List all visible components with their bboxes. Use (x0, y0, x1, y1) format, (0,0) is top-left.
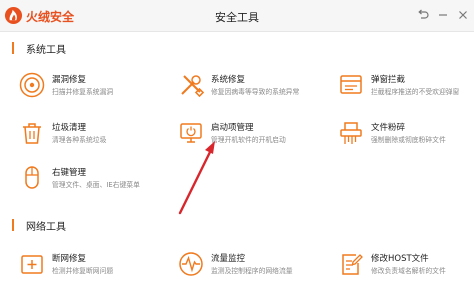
wrench-screwdriver-icon (181, 75, 205, 98)
tool-title: 垃圾清理 (52, 123, 87, 133)
tool-description: 管理开机软件的开机启动 (211, 136, 286, 144)
trash-bin-icon (23, 123, 41, 144)
tool-vulnerability-repair[interactable]: 漏洞修复 扫描并修复系统漏洞 (17, 70, 167, 102)
minimize-icon[interactable] (436, 8, 450, 22)
tool-system-repair[interactable]: 系统修复 修复因病毒等导致的系统异常 (176, 70, 326, 102)
tool-traffic-monitor[interactable]: 流量监控 监测及控制程序的网络流量 (176, 249, 326, 281)
tool-context-menu-manager[interactable]: 右键管理 管理文件、桌面、IE右键菜单 (17, 163, 167, 195)
tool-file-shredder[interactable]: 文件粉碎 强制删除或彻底粉碎文件 (336, 118, 474, 150)
section-accent-bar (12, 219, 14, 231)
tool-popup-blocker[interactable]: 弹窗拦截 拦截程序推送的不受欢迎弹窗 (336, 70, 474, 102)
tool-title: 右键管理 (52, 168, 87, 178)
tool-edit-hosts-file[interactable]: 修改HOST文件 修改负责域名解析的文件 (336, 249, 474, 281)
tool-title: 文件粉碎 (371, 123, 406, 133)
tool-title: 断网修复 (52, 254, 87, 264)
tool-description: 检测并修复断网问题 (52, 267, 114, 275)
startup-monitor-icon (180, 123, 202, 143)
shield-repair-icon (19, 72, 45, 98)
network-repair-icon (21, 255, 43, 274)
tool-junk-cleanup[interactable]: 垃圾清理 清理各种系统垃圾 (17, 118, 167, 150)
tool-title: 系统修复 (211, 75, 246, 85)
tool-title: 修改HOST文件 (371, 254, 429, 264)
popup-window-icon (340, 75, 362, 94)
tool-description: 拦截程序推送的不受欢迎弹窗 (371, 88, 460, 96)
section-accent-bar (12, 42, 14, 54)
section-label: 系统工具 (26, 45, 66, 56)
annotation-arrow-shaft (178, 148, 213, 215)
tool-title: 漏洞修复 (52, 75, 87, 85)
traffic-monitor-icon (179, 252, 203, 276)
tool-description: 管理文件、桌面、IE右键菜单 (52, 181, 140, 189)
tool-description: 强制删除或彻底粉碎文件 (371, 136, 446, 144)
window-title: 安全工具 (215, 11, 259, 24)
back-icon[interactable] (416, 8, 430, 22)
title-bar: 火绒安全 安全工具 (0, 0, 474, 32)
edit-file-icon (342, 254, 363, 275)
shredder-icon (340, 122, 362, 144)
tool-title: 流量监控 (211, 254, 246, 264)
tool-title: 启动项管理 (211, 123, 254, 133)
tool-description: 清理各种系统垃圾 (52, 136, 107, 144)
tool-description: 监测及控制程序的网络流量 (211, 267, 293, 275)
tool-startup-manager[interactable]: 启动项管理 管理开机软件的开机启动 (176, 118, 326, 150)
tool-description: 修改负责域名解析的文件 (371, 267, 446, 275)
tool-title: 弹窗拦截 (371, 75, 406, 85)
mouse-icon (25, 166, 39, 189)
tool-network-repair[interactable]: 断网修复 检测并修复断网问题 (17, 249, 167, 281)
section-label: 网络工具 (26, 222, 66, 233)
close-icon[interactable] (456, 8, 470, 22)
tool-description: 扫描并修复系统漏洞 (52, 88, 114, 96)
tool-description: 修复因病毒等导致的系统异常 (211, 88, 300, 96)
